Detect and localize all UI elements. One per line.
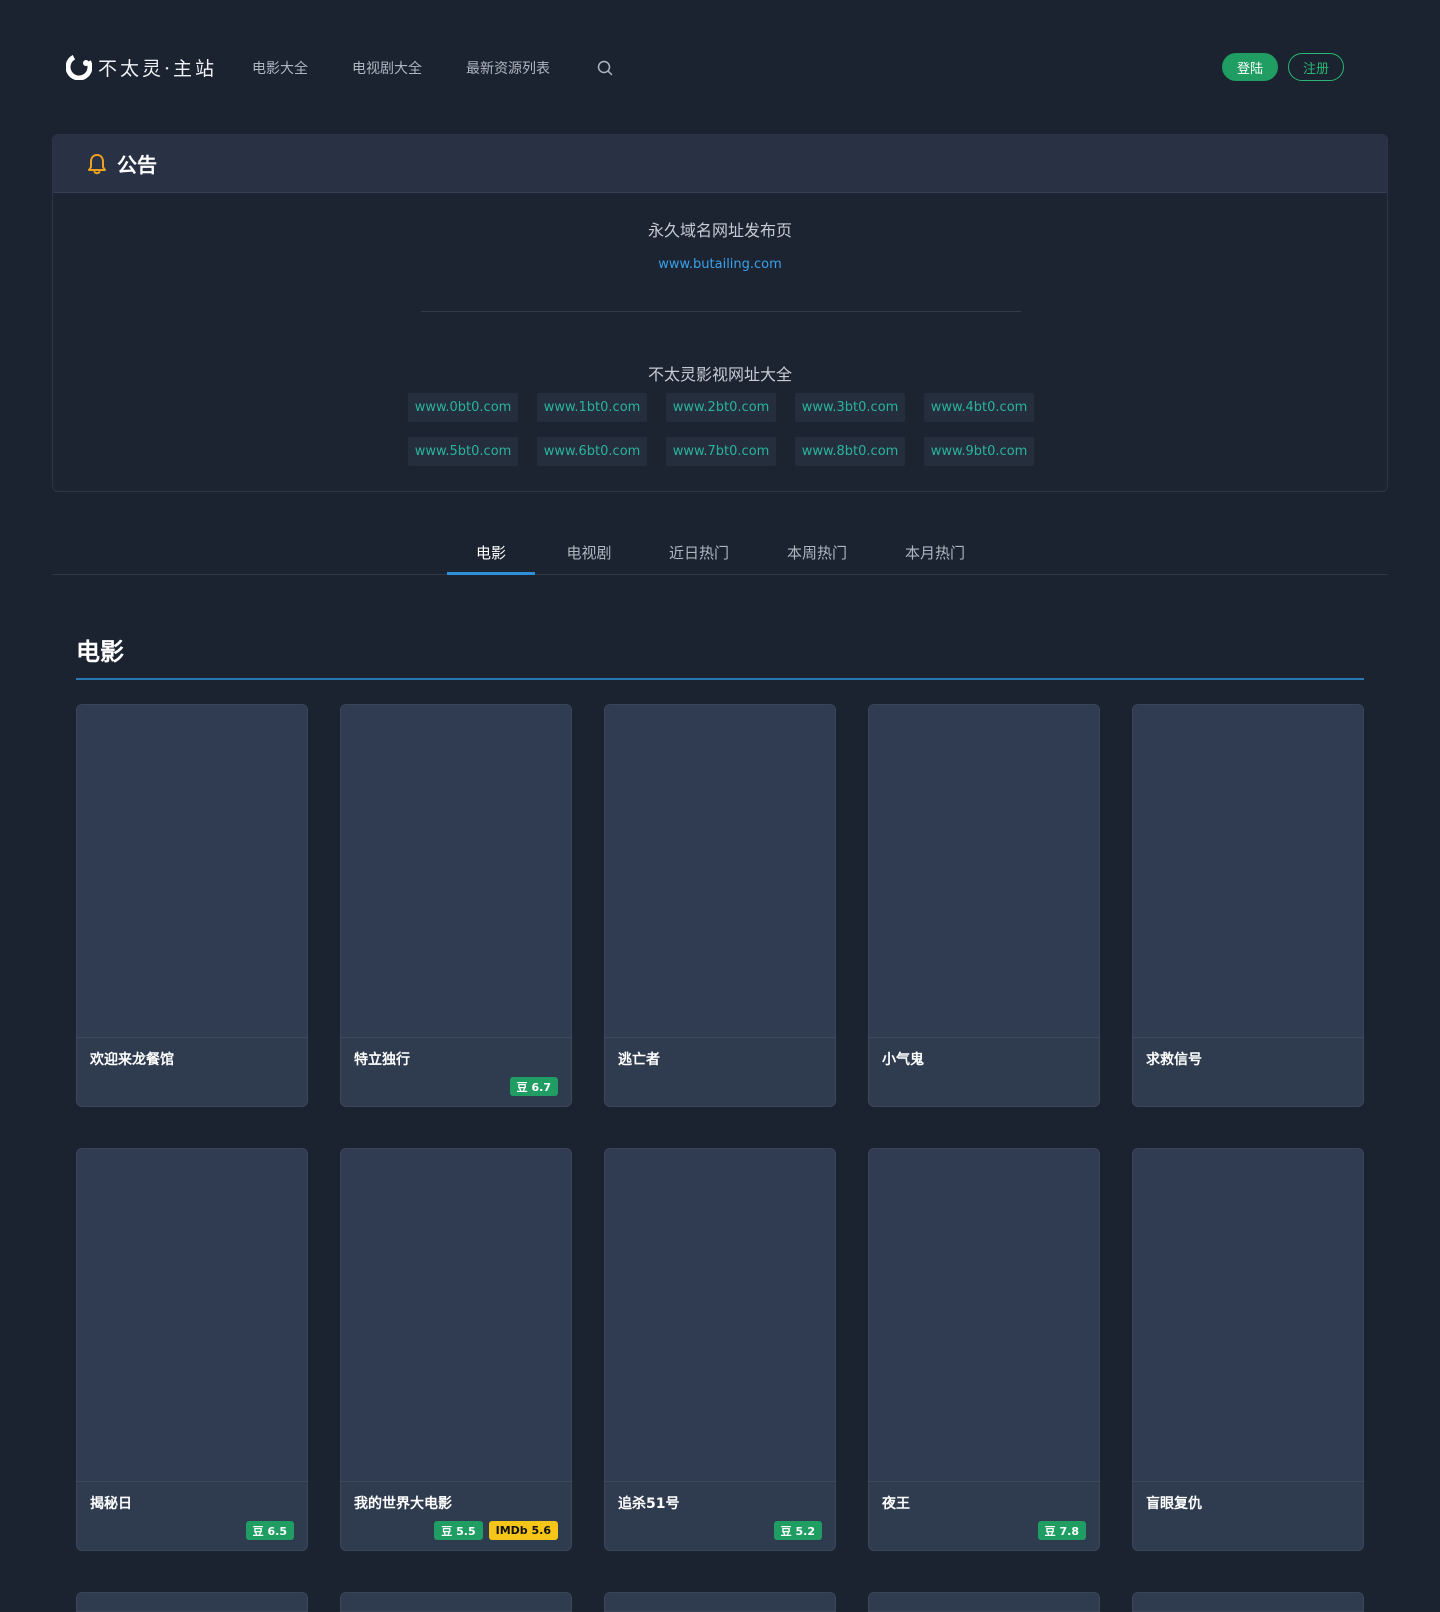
movie-title: 小气鬼	[882, 1052, 924, 1068]
movie-card-peek[interactable]	[76, 1592, 308, 1612]
movie-title: 夜王	[882, 1496, 910, 1512]
announcement-divider	[421, 311, 1021, 312]
douban-rating-badge: 豆 6.7	[509, 1077, 558, 1096]
douban-rating-badge: 豆 6.5	[245, 1521, 294, 1540]
movie-title: 逃亡者	[618, 1052, 660, 1068]
douban-rating-badge: 豆 5.5	[434, 1521, 483, 1540]
movie-poster	[341, 1149, 571, 1482]
top-navbar: 不太灵·主站 电影大全 电视剧大全 最新资源列表 登陆 注册	[0, 0, 1440, 134]
douban-rating-badge: 豆 5.2	[773, 1521, 822, 1540]
bell-icon	[88, 153, 106, 174]
movie-card[interactable]: 小气鬼	[868, 704, 1100, 1107]
movie-poster	[869, 1149, 1099, 1482]
movie-title: 追杀51号	[618, 1496, 680, 1512]
movie-title: 盲眼复仇	[1146, 1496, 1202, 1512]
mirror-site-grid: www.0bt0.com www.1bt0.com www.2bt0.com w…	[408, 393, 1034, 466]
next-row-peek	[76, 1592, 1364, 1612]
tab-tv[interactable]: 电视剧	[549, 532, 629, 575]
category-tabs: 电影 电视剧 近日热门 本周热门 本月热门	[52, 532, 1388, 575]
mirror-link[interactable]: www.8bt0.com	[795, 437, 905, 466]
movie-card[interactable]: 我的世界大电影 豆 5.5 IMDb 5.6	[340, 1148, 572, 1551]
mirror-link[interactable]: www.2bt0.com	[666, 393, 776, 422]
movie-card[interactable]: 求救信号	[1132, 704, 1364, 1107]
movie-card-peek[interactable]	[340, 1592, 572, 1612]
tab-hot-month[interactable]: 本月热门	[887, 532, 983, 575]
movie-poster	[605, 1149, 835, 1482]
mirror-link[interactable]: www.5bt0.com	[408, 437, 518, 466]
mirror-link[interactable]: www.1bt0.com	[537, 393, 647, 422]
movie-card[interactable]: 逃亡者	[604, 704, 836, 1107]
nav-link-latest[interactable]: 最新资源列表	[466, 58, 550, 78]
announcement-title: 公告	[117, 153, 157, 177]
announcement-panel: 公告 永久域名网址发布页 www.butailing.com 不太灵影视网址大全…	[52, 134, 1388, 492]
movie-card-peek[interactable]	[868, 1592, 1100, 1612]
section-header: 电影	[76, 636, 1364, 680]
tab-movies[interactable]: 电影	[447, 532, 535, 575]
douban-rating-badge: 豆 7.8	[1037, 1521, 1086, 1540]
site-logo[interactable]: 不太灵·主站	[66, 52, 217, 82]
mirror-link[interactable]: www.4bt0.com	[924, 393, 1034, 422]
mirror-link[interactable]: www.6bt0.com	[537, 437, 647, 466]
movie-card[interactable]: 欢迎来龙餐馆	[76, 704, 308, 1107]
movie-poster	[605, 705, 835, 1038]
movie-poster	[341, 705, 571, 1038]
announcement-header: 公告	[53, 135, 1387, 193]
tab-hot-today[interactable]: 近日热门	[651, 532, 747, 575]
rating-badges: 豆 7.8	[1037, 1521, 1086, 1540]
imdb-rating-badge: IMDb 5.6	[488, 1521, 558, 1540]
movie-title: 特立独行	[354, 1052, 410, 1068]
movie-title: 揭秘日	[90, 1496, 132, 1512]
movie-poster	[77, 705, 307, 1038]
movie-title: 欢迎来龙餐馆	[90, 1052, 174, 1068]
register-button[interactable]: 注册	[1287, 53, 1344, 81]
rating-badges: 豆 5.2	[773, 1521, 822, 1540]
movie-card[interactable]: 夜王 豆 7.8	[868, 1148, 1100, 1551]
mirror-link[interactable]: www.0bt0.com	[408, 393, 518, 422]
movie-poster	[77, 1149, 307, 1482]
nav-link-tv[interactable]: 电视剧大全	[352, 58, 422, 78]
movie-poster	[1133, 1149, 1363, 1482]
rating-badges: 豆 6.5	[245, 1521, 294, 1540]
permanent-domain-label: 永久域名网址发布页	[647, 221, 792, 240]
login-button[interactable]: 登陆	[1221, 53, 1278, 81]
mirror-link[interactable]: www.7bt0.com	[666, 437, 776, 466]
permanent-domain-link[interactable]: www.butailing.com	[53, 257, 1387, 272]
mirror-sites-label: 不太灵影视网址大全	[647, 365, 792, 384]
movie-title: 我的世界大电影	[354, 1496, 452, 1512]
logo-mark-icon	[66, 54, 92, 80]
logo-text: 不太灵·主站	[98, 57, 218, 80]
movie-card[interactable]: 揭秘日 豆 6.5	[76, 1148, 308, 1551]
mirror-link[interactable]: www.9bt0.com	[924, 437, 1034, 466]
movie-card[interactable]: 特立独行 豆 6.7	[340, 704, 572, 1107]
movie-poster	[869, 705, 1099, 1038]
rating-badges: 豆 5.5 IMDb 5.6	[434, 1521, 558, 1540]
movie-title: 求救信号	[1146, 1052, 1202, 1068]
movie-grid: 欢迎来龙餐馆 特立独行 豆 6.7 逃亡者 小气鬼 求救信号 揭秘日 豆 6.5…	[76, 704, 1364, 1551]
movie-poster	[1133, 705, 1363, 1038]
movie-card-peek[interactable]	[604, 1592, 836, 1612]
movie-card-peek[interactable]	[1132, 1592, 1364, 1612]
mirror-link[interactable]: www.3bt0.com	[795, 393, 905, 422]
main-nav: 电影大全 电视剧大全 最新资源列表	[252, 56, 614, 80]
rating-badges: 豆 6.7	[509, 1077, 558, 1096]
section-title: 电影	[76, 638, 124, 666]
auth-buttons: 登陆 注册	[1221, 53, 1344, 81]
movie-card[interactable]: 盲眼复仇	[1132, 1148, 1364, 1551]
movie-card[interactable]: 追杀51号 豆 5.2	[604, 1148, 836, 1551]
search-icon[interactable]	[596, 59, 614, 77]
nav-link-movies[interactable]: 电影大全	[252, 58, 308, 78]
tab-hot-week[interactable]: 本周热门	[769, 532, 865, 575]
